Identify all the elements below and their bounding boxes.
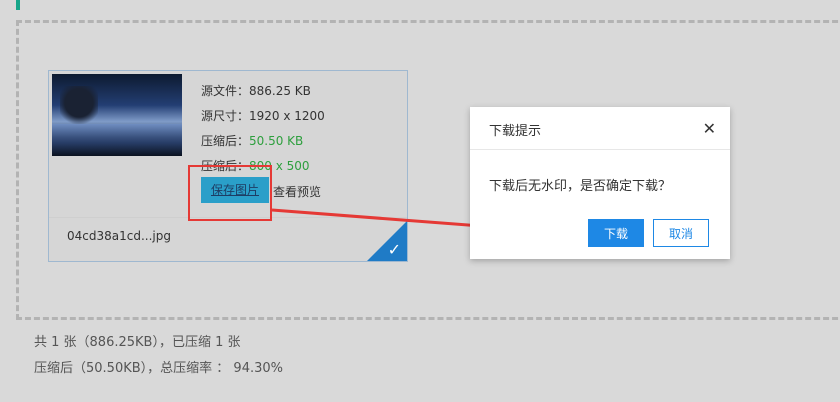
download-dialog: 下载提示 ✕ 下载后无水印，是否确定下载？ 下载 取消	[470, 107, 730, 259]
cancel-button[interactable]: 取消	[653, 219, 709, 247]
download-button[interactable]: 下载	[588, 219, 644, 247]
compression-summary: 共 1 张（886.25KB），已压缩 1 张 压缩后（50.50KB），总压缩…	[34, 330, 283, 382]
close-icon[interactable]: ✕	[703, 119, 716, 138]
dialog-message: 下载后无水印，是否确定下载？	[489, 179, 672, 194]
summary-ratio-line: 压缩后（50.50KB），总压缩率 ： 94.30%	[34, 361, 283, 376]
dialog-header: 下载提示 ✕	[470, 107, 730, 150]
summary-total-line: 共 1 张（886.25KB），已压缩 1 张	[34, 335, 241, 350]
dialog-title: 下载提示	[489, 124, 542, 139]
